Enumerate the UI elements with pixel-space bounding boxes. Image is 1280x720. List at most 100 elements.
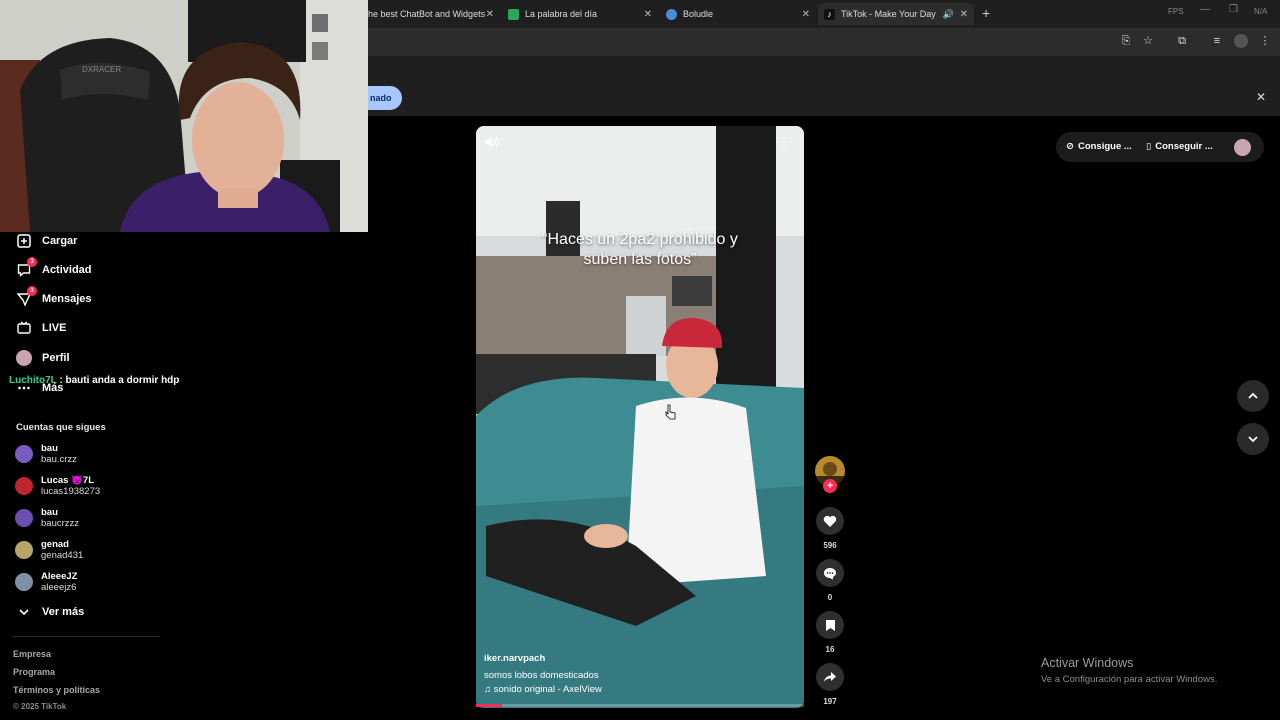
tab-palabra-del-dia[interactable]: La palabra del día ✕ xyxy=(502,3,658,25)
video-author[interactable]: iker.narvpach xyxy=(484,653,545,664)
get-app-button[interactable]: ▯ Conseguir ... xyxy=(1146,141,1213,152)
video-options-icon[interactable]: ⋮ xyxy=(778,135,790,149)
tab-close-icon[interactable]: ✕ xyxy=(644,9,652,20)
upload-icon xyxy=(16,233,32,249)
tab-close-icon[interactable]: ✕ xyxy=(802,9,810,20)
following-section-title: Cuentas que sigues xyxy=(16,422,106,433)
notification-badge: 3 xyxy=(27,286,37,296)
video-progress-fill xyxy=(476,704,503,707)
tab-close-icon[interactable]: ✕ xyxy=(960,9,968,20)
account-name: bau xyxy=(41,443,58,454)
tab-title: Boludle xyxy=(683,9,714,19)
footer-link-company[interactable]: Empresa xyxy=(13,649,51,659)
minimize-icon[interactable]: — xyxy=(1200,4,1210,15)
tab-tiktok[interactable]: ♪ TikTok - Make Your Day 🔊 ✕ xyxy=(818,3,974,25)
live-icon xyxy=(16,320,32,336)
bookmark-star-icon[interactable]: ☆ xyxy=(1141,34,1155,48)
extensions-icon[interactable]: ⧉ xyxy=(1175,34,1189,48)
video-player[interactable] xyxy=(476,126,804,708)
avatar xyxy=(15,477,33,495)
account-handle: bau.crzz xyxy=(41,454,77,465)
sidebar-item-activity[interactable]: 3 Actividad xyxy=(16,257,92,282)
volume-icon[interactable] xyxy=(484,135,500,154)
account-handle: lucas1938273 xyxy=(41,486,101,497)
footer-link-terms[interactable]: Términos y políticas xyxy=(13,685,100,695)
previous-video-button[interactable] xyxy=(1237,380,1269,412)
video-progress-bar[interactable] xyxy=(476,704,804,707)
get-coins-button[interactable]: ⊘ Consigue ... xyxy=(1066,141,1132,152)
bookmark-icon xyxy=(825,619,835,631)
like-button[interactable] xyxy=(816,507,844,535)
fps-overlay: FPS xyxy=(1168,7,1184,16)
tab-boludle[interactable]: Boludle ✕ xyxy=(660,3,816,25)
following-account[interactable]: genad genad431 xyxy=(15,536,83,564)
following-account[interactable]: Lucas 👿7L lucas1938273 xyxy=(15,472,100,500)
profile-icon[interactable] xyxy=(1234,34,1248,48)
browser-menu-icon[interactable]: ⋮ xyxy=(1258,34,1272,48)
media-controls-icon[interactable]: ≡ xyxy=(1210,34,1224,48)
phone-icon: ▯ xyxy=(1146,141,1152,152)
tab-close-icon[interactable]: ✕ xyxy=(486,9,494,20)
share-button[interactable] xyxy=(816,663,844,691)
user-avatar[interactable] xyxy=(1234,139,1251,156)
footer-link-program[interactable]: Programa xyxy=(13,667,55,677)
account-name: genad xyxy=(41,539,69,550)
comment-button[interactable] xyxy=(816,559,844,587)
tab-chatbot[interactable]: he best ChatBot and Widgets ✕ xyxy=(362,3,500,25)
comment-count: 0 xyxy=(827,593,833,602)
install-app-icon[interactable]: ⎘ xyxy=(1119,34,1133,48)
avatar xyxy=(15,541,33,559)
sidebar-item-label: Actividad xyxy=(42,264,92,276)
chat-separator: : xyxy=(59,375,63,386)
following-account[interactable]: AleeeJZ aleeejz6 xyxy=(15,568,77,596)
share-icon xyxy=(824,672,836,682)
sidebar-item-live[interactable]: LIVE xyxy=(16,316,66,340)
stream-chat-message: Luchito7L : bauti anda a dormir hdp xyxy=(9,375,179,386)
music-note-icon: ♫ xyxy=(484,684,494,695)
mouse-cursor-icon xyxy=(665,404,676,420)
tiktok-logo-icon: ♪ xyxy=(824,8,835,20)
coin-icon: ⊘ xyxy=(1066,141,1074,152)
see-more-button[interactable]: Ver más xyxy=(16,600,84,624)
avatar xyxy=(15,509,33,527)
info-bar-close-icon[interactable]: ✕ xyxy=(1256,90,1266,104)
windows-activation-title: Activar Windows xyxy=(1041,656,1134,670)
maximize-icon[interactable]: ❐ xyxy=(1229,4,1238,15)
sidebar-item-label: Cargar xyxy=(42,235,78,247)
chat-text: bauti anda a dormir hdp xyxy=(65,375,180,386)
account-name: bau xyxy=(41,507,58,518)
video-sound-label: sonido original - AxelView xyxy=(493,684,602,695)
account-handle: baucrzzz xyxy=(41,518,80,529)
account-handle: genad431 xyxy=(41,550,84,561)
favicon-icon xyxy=(666,8,677,20)
notification-badge: 3 xyxy=(27,257,37,267)
see-more-label: Ver más xyxy=(42,606,85,618)
save-count: 16 xyxy=(825,645,835,654)
following-account[interactable]: bau baucrzzz xyxy=(15,504,79,532)
favicon-icon xyxy=(508,8,519,20)
sidebar-item-profile[interactable]: Perfil xyxy=(16,346,70,370)
activity-icon: 3 xyxy=(16,257,37,278)
get-coins-label: Consigue ... xyxy=(1077,141,1132,152)
profile-avatar xyxy=(16,350,32,366)
following-account[interactable]: bau bau.crzz xyxy=(15,440,77,468)
save-button[interactable] xyxy=(816,611,844,639)
like-count: 596 xyxy=(823,541,837,550)
new-tab-button[interactable]: + xyxy=(982,5,990,21)
overlay-counter: N/A xyxy=(1254,7,1268,16)
next-video-button[interactable] xyxy=(1237,423,1269,455)
follow-button[interactable]: + xyxy=(823,479,837,493)
account-name: Lucas 👿7L xyxy=(41,475,95,486)
avatar xyxy=(15,573,33,591)
sidebar-divider xyxy=(12,636,160,637)
video-caption-overlay: “Haces un 2pa2 prohibido y suben las fot… xyxy=(542,231,738,268)
sidebar-item-upload[interactable]: Cargar xyxy=(16,229,77,253)
copyright: © 2025 TikTok xyxy=(13,702,67,711)
comment-icon xyxy=(824,567,836,579)
chevron-down-icon xyxy=(1248,436,1258,443)
sidebar-item-messages[interactable]: 3 Mensajes xyxy=(16,286,92,311)
speaker-icon[interactable]: 🔊 xyxy=(943,9,954,20)
windows-activation-subtitle: Ve a Configuración para activar Windows. xyxy=(1041,674,1218,685)
video-sound[interactable]: ♫ sonido original - AxelView xyxy=(484,684,602,695)
webcam-image: DXRACER xyxy=(0,0,368,232)
